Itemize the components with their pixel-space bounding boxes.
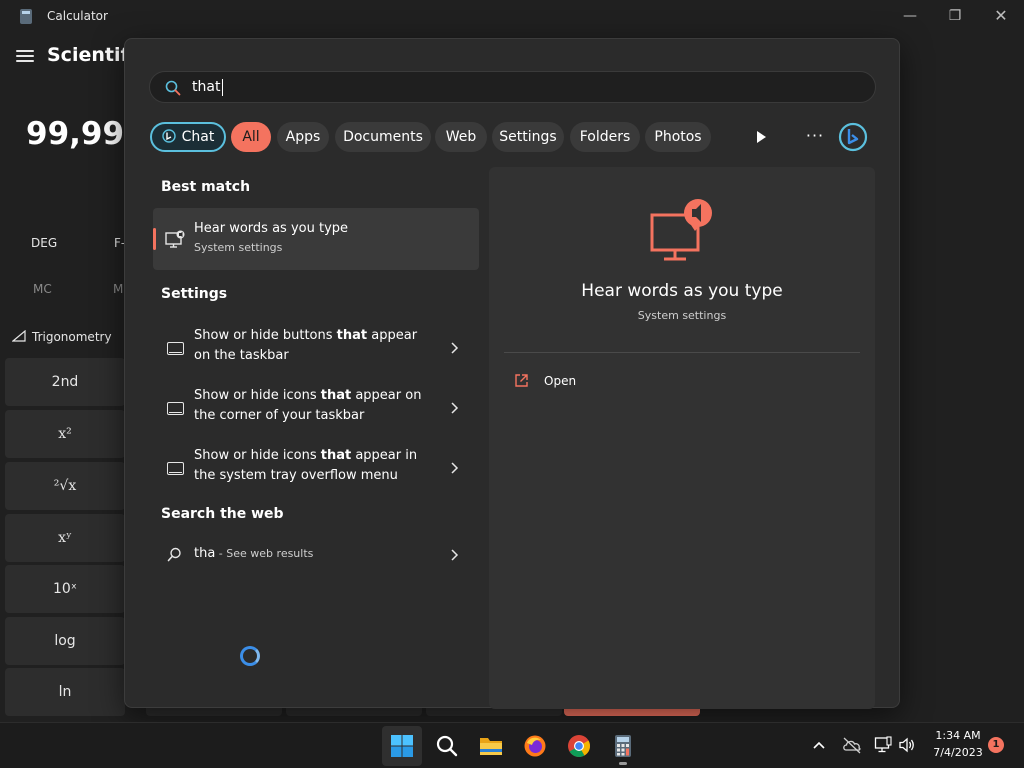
firefox-icon bbox=[524, 735, 546, 757]
filter-web-button[interactable]: Web bbox=[435, 122, 487, 152]
file-explorer-button[interactable] bbox=[471, 726, 511, 766]
trigonometry-dropdown[interactable]: Trigonometry bbox=[12, 330, 112, 344]
firefox-button[interactable] bbox=[515, 726, 555, 766]
search-box[interactable] bbox=[149, 71, 876, 103]
onedrive-offline-icon[interactable] bbox=[842, 736, 862, 754]
filter-chat-button[interactable]: Chat bbox=[150, 122, 226, 152]
preview-title: Hear words as you type bbox=[581, 281, 783, 301]
calculator-title: Calculator bbox=[47, 9, 108, 23]
best-match-title: Hear words as you type bbox=[194, 221, 349, 236]
filter-chat-label: Chat bbox=[181, 129, 215, 145]
maximize-button[interactable]: ❐ bbox=[943, 6, 967, 26]
open-label: Open bbox=[544, 374, 577, 388]
filter-photos-button[interactable]: Photos bbox=[645, 122, 711, 152]
web-result-item[interactable]: tha - See web results bbox=[153, 539, 479, 569]
search-icon bbox=[436, 735, 458, 757]
loading-spinner bbox=[240, 646, 260, 666]
taskbar-settings-icon bbox=[167, 402, 184, 415]
filter-all-button[interactable]: All bbox=[231, 122, 271, 152]
calculator-taskbar-button[interactable] bbox=[603, 726, 643, 766]
ten-power-key[interactable]: 10ˣ bbox=[5, 565, 125, 613]
volume-icon[interactable] bbox=[898, 737, 916, 753]
minimize-button[interactable]: — bbox=[898, 6, 922, 26]
calculator-titlebar: Calculator — ❐ ✕ bbox=[0, 0, 1024, 34]
chrome-button[interactable] bbox=[559, 726, 599, 766]
more-options-button[interactable]: ··· bbox=[803, 123, 827, 149]
chevron-right-icon bbox=[451, 402, 459, 414]
power-key[interactable]: xʸ bbox=[5, 514, 125, 562]
preview-subtitle: System settings bbox=[637, 309, 727, 322]
calculator-icon bbox=[615, 735, 631, 757]
divider bbox=[504, 352, 860, 353]
trigonometry-label: Trigonometry bbox=[32, 330, 112, 344]
second-key[interactable]: 2nd bbox=[5, 358, 125, 406]
square-root-key[interactable]: ²√x bbox=[5, 462, 125, 510]
text-caret bbox=[222, 79, 224, 96]
chevron-right-icon bbox=[451, 549, 459, 561]
running-app-indicator bbox=[619, 762, 627, 765]
taskbar: 1:34 AM 7/4/2023 1 bbox=[0, 722, 1024, 768]
best-match-item[interactable]: Hear words as you type System settings bbox=[153, 208, 479, 270]
filter-documents-button[interactable]: Documents bbox=[335, 122, 431, 152]
filter-apps-button[interactable]: Apps bbox=[277, 122, 329, 152]
settings-result-text: Show or hide icons that appear in the sy… bbox=[194, 448, 418, 483]
taskbar-search-button[interactable] bbox=[427, 726, 467, 766]
web-result-text: tha - See web results bbox=[194, 546, 314, 561]
clock-time[interactable]: 1:34 AM bbox=[918, 729, 998, 742]
search-input[interactable] bbox=[192, 76, 842, 98]
chevron-right-icon bbox=[451, 342, 459, 354]
network-icon[interactable] bbox=[874, 736, 892, 754]
settings-result-text: Show or hide icons that appear on the co… bbox=[194, 388, 422, 423]
chevron-up-icon[interactable] bbox=[812, 739, 826, 751]
settings-result-item[interactable]: Show or hide buttons that appear on the … bbox=[153, 320, 479, 376]
open-external-icon bbox=[515, 374, 528, 387]
folder-icon bbox=[480, 738, 502, 755]
taskbar-settings-icon bbox=[167, 462, 184, 475]
windows-logo-icon bbox=[391, 735, 413, 757]
monitor-speaker-icon bbox=[650, 199, 712, 261]
settings-heading: Settings bbox=[161, 286, 228, 302]
search-icon bbox=[167, 547, 181, 562]
best-match-subtitle: System settings bbox=[194, 241, 283, 254]
clock-date[interactable]: 7/4/2023 bbox=[918, 746, 998, 759]
settings-result-item[interactable]: Show or hide icons that appear on the co… bbox=[153, 380, 479, 436]
hamburger-menu-icon[interactable] bbox=[16, 50, 34, 62]
chrome-icon bbox=[568, 735, 590, 757]
search-icon bbox=[165, 80, 181, 96]
close-button[interactable]: ✕ bbox=[989, 6, 1013, 26]
filter-folders-button[interactable]: Folders bbox=[570, 122, 640, 152]
log-key[interactable]: log bbox=[5, 617, 125, 665]
search-flyout: Chat All Apps Documents Web Settings Fol… bbox=[124, 38, 900, 709]
taskbar-settings-icon bbox=[167, 342, 184, 355]
bing-icon[interactable] bbox=[837, 121, 869, 153]
notification-badge[interactable]: 1 bbox=[988, 737, 1004, 753]
preview-pane: Hear words as you type System settings O… bbox=[489, 167, 875, 709]
square-key[interactable]: x² bbox=[5, 410, 125, 458]
ln-key[interactable]: ln bbox=[5, 668, 125, 716]
filter-settings-button[interactable]: Settings bbox=[492, 122, 564, 152]
selection-accent bbox=[153, 228, 156, 250]
start-button[interactable] bbox=[382, 726, 422, 766]
monitor-speaker-icon bbox=[165, 230, 185, 248]
play-arrow-icon[interactable] bbox=[753, 128, 769, 146]
chevron-right-icon bbox=[451, 462, 459, 474]
bing-chat-icon bbox=[161, 129, 176, 143]
settings-result-text: Show or hide buttons that appear on the … bbox=[194, 328, 418, 363]
angle-unit-button[interactable]: DEG bbox=[31, 236, 57, 250]
search-web-heading: Search the web bbox=[161, 506, 284, 522]
best-match-heading: Best match bbox=[161, 179, 251, 195]
memory-clear-button[interactable]: MC bbox=[33, 282, 52, 296]
triangle-ruler-icon bbox=[12, 330, 26, 342]
settings-result-item[interactable]: Show or hide icons that appear in the sy… bbox=[153, 440, 479, 496]
calculator-app-icon bbox=[20, 9, 32, 24]
